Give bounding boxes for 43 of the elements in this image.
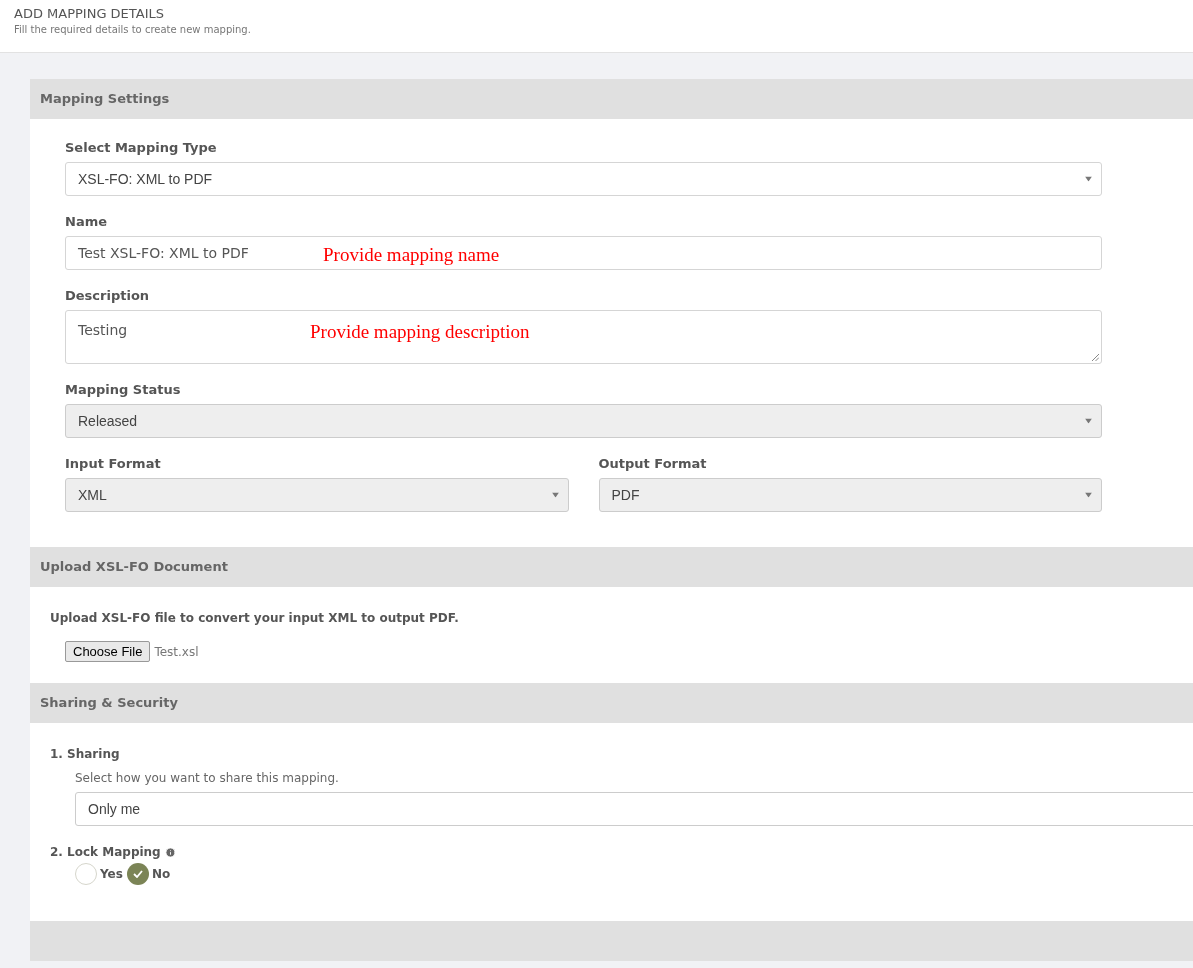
field-hint: Select how you want to share this mapping. [74, 770, 340, 787]
radio-label: Yes [100, 866, 123, 883]
field-value: Released [78, 411, 138, 431]
select-field[interactable]: XSL-FO: XML to PDF [65, 162, 1102, 196]
field-label: Name [65, 214, 108, 230]
annotation-text: Provide mapping description [310, 320, 530, 344]
radio-button[interactable] [75, 863, 97, 885]
field-label: Description [65, 288, 151, 304]
radio-option[interactable]: Yes [75, 863, 123, 885]
field-value: Testing [78, 321, 128, 340]
field-value: Only me [88, 799, 141, 819]
page-title: ADD MAPPING DETAILS [14, 5, 165, 23]
resize-handle-icon[interactable] [1092, 354, 1099, 361]
textarea-field[interactable]: Testing Provide mapping description [65, 310, 1102, 364]
field-value: PDF [611, 485, 640, 505]
field-value: XML [78, 485, 107, 505]
info-icon[interactable] [164, 846, 176, 858]
section-title: Mapping Settings [40, 90, 170, 109]
field-label: Output Format [598, 456, 708, 472]
page-subtitle: Fill the required details to create new mapping. [14, 23, 252, 37]
field-label: Input Format [65, 456, 162, 472]
field-label: 1. Sharing [50, 746, 121, 763]
radio-option[interactable]: No [126, 863, 171, 885]
field-label: 2. Lock Mapping [50, 844, 161, 861]
section-title: Upload XSL-FO Document [40, 558, 228, 577]
field-value: XSL-FO: XML to PDF [78, 169, 213, 189]
caret-icon [1085, 418, 1092, 424]
upload-instruction: Upload XSL-FO file to convert your input XML to output PDF. [50, 610, 460, 627]
field-label: Mapping Status [65, 382, 182, 398]
field-label: Select Mapping Type [65, 140, 218, 156]
caret-icon [1085, 176, 1092, 182]
radio-label: No [151, 866, 171, 883]
section-title: Sharing & Security [40, 694, 178, 713]
check-icon [132, 870, 143, 878]
field-value: Test XSL-FO: XML to PDF [78, 243, 249, 263]
caret-icon [1085, 492, 1092, 498]
radio-button[interactable] [126, 863, 149, 885]
annotation-text: Provide mapping name [323, 243, 500, 267]
choose-file-button[interactable]: Choose File [65, 641, 151, 662]
caret-icon [551, 492, 559, 498]
file-name: Test.xsl [154, 643, 199, 661]
input-field[interactable]: Test XSL-FO: XML to PDF Provide mapping name [65, 236, 1102, 270]
sharing-field[interactable]: Only me [75, 792, 1193, 826]
